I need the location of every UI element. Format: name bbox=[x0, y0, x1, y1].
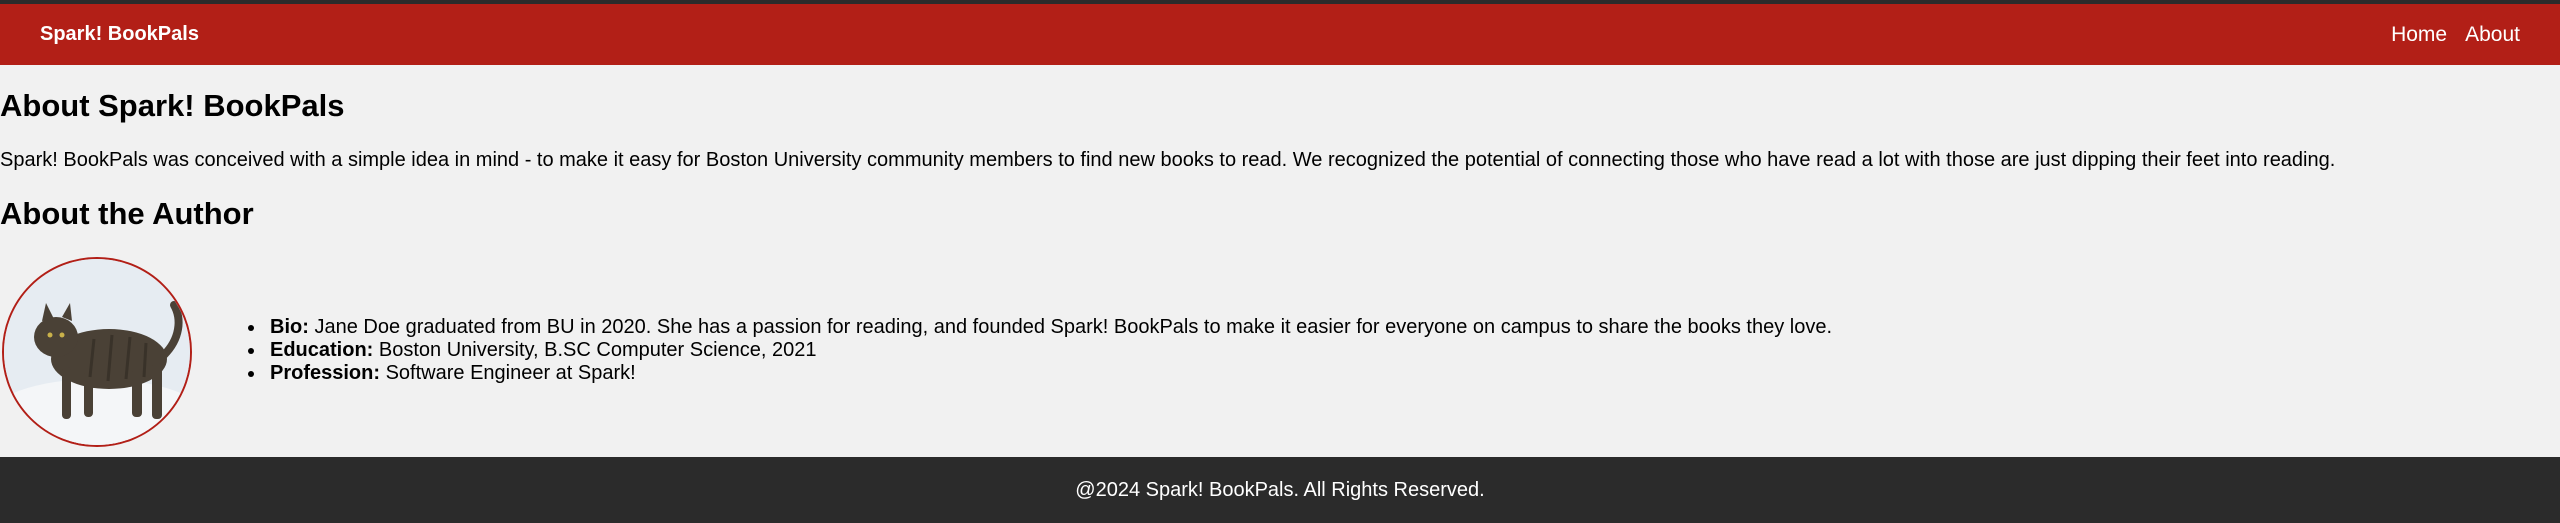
author-details-list: Bio: Jane Doe graduated from BU in 2020.… bbox=[240, 316, 1832, 385]
cat-photo bbox=[4, 259, 190, 445]
footer: @2024 Spark! BookPals. All Rights Reserv… bbox=[0, 457, 2560, 523]
author-title: About the Author bbox=[0, 196, 254, 231]
profession-label: Profession: bbox=[270, 362, 381, 384]
list-item-education: Education: Boston University, B.SC Compu… bbox=[266, 339, 1832, 362]
list-item-profession: Profession: Software Engineer at Spark! bbox=[266, 362, 1832, 385]
brand-logo-text[interactable]: Spark! BookPals bbox=[40, 23, 199, 46]
about-title: About Spark! BookPals bbox=[0, 88, 345, 123]
navbar: Spark! BookPals Home About bbox=[0, 4, 2560, 65]
education-label: Education: bbox=[270, 339, 374, 361]
nav-link-home[interactable]: Home bbox=[2391, 23, 2447, 47]
bio-label: Bio: bbox=[270, 316, 309, 338]
footer-copyright: @2024 Spark! BookPals. All Rights Reserv… bbox=[1075, 478, 1485, 501]
education-value: Boston University, B.SC Computer Science… bbox=[373, 339, 817, 361]
nav-links: Home About bbox=[2391, 23, 2520, 47]
nav-link-about[interactable]: About bbox=[2465, 23, 2520, 47]
author-avatar bbox=[2, 257, 192, 447]
profession-value: Software Engineer at Spark! bbox=[380, 362, 636, 384]
about-paragraph: Spark! BookPals was conceived with a sim… bbox=[0, 149, 2336, 171]
bio-value: Jane Doe graduated from BU in 2020. She … bbox=[308, 316, 1833, 338]
list-item-bio: Bio: Jane Doe graduated from BU in 2020.… bbox=[266, 316, 1832, 339]
